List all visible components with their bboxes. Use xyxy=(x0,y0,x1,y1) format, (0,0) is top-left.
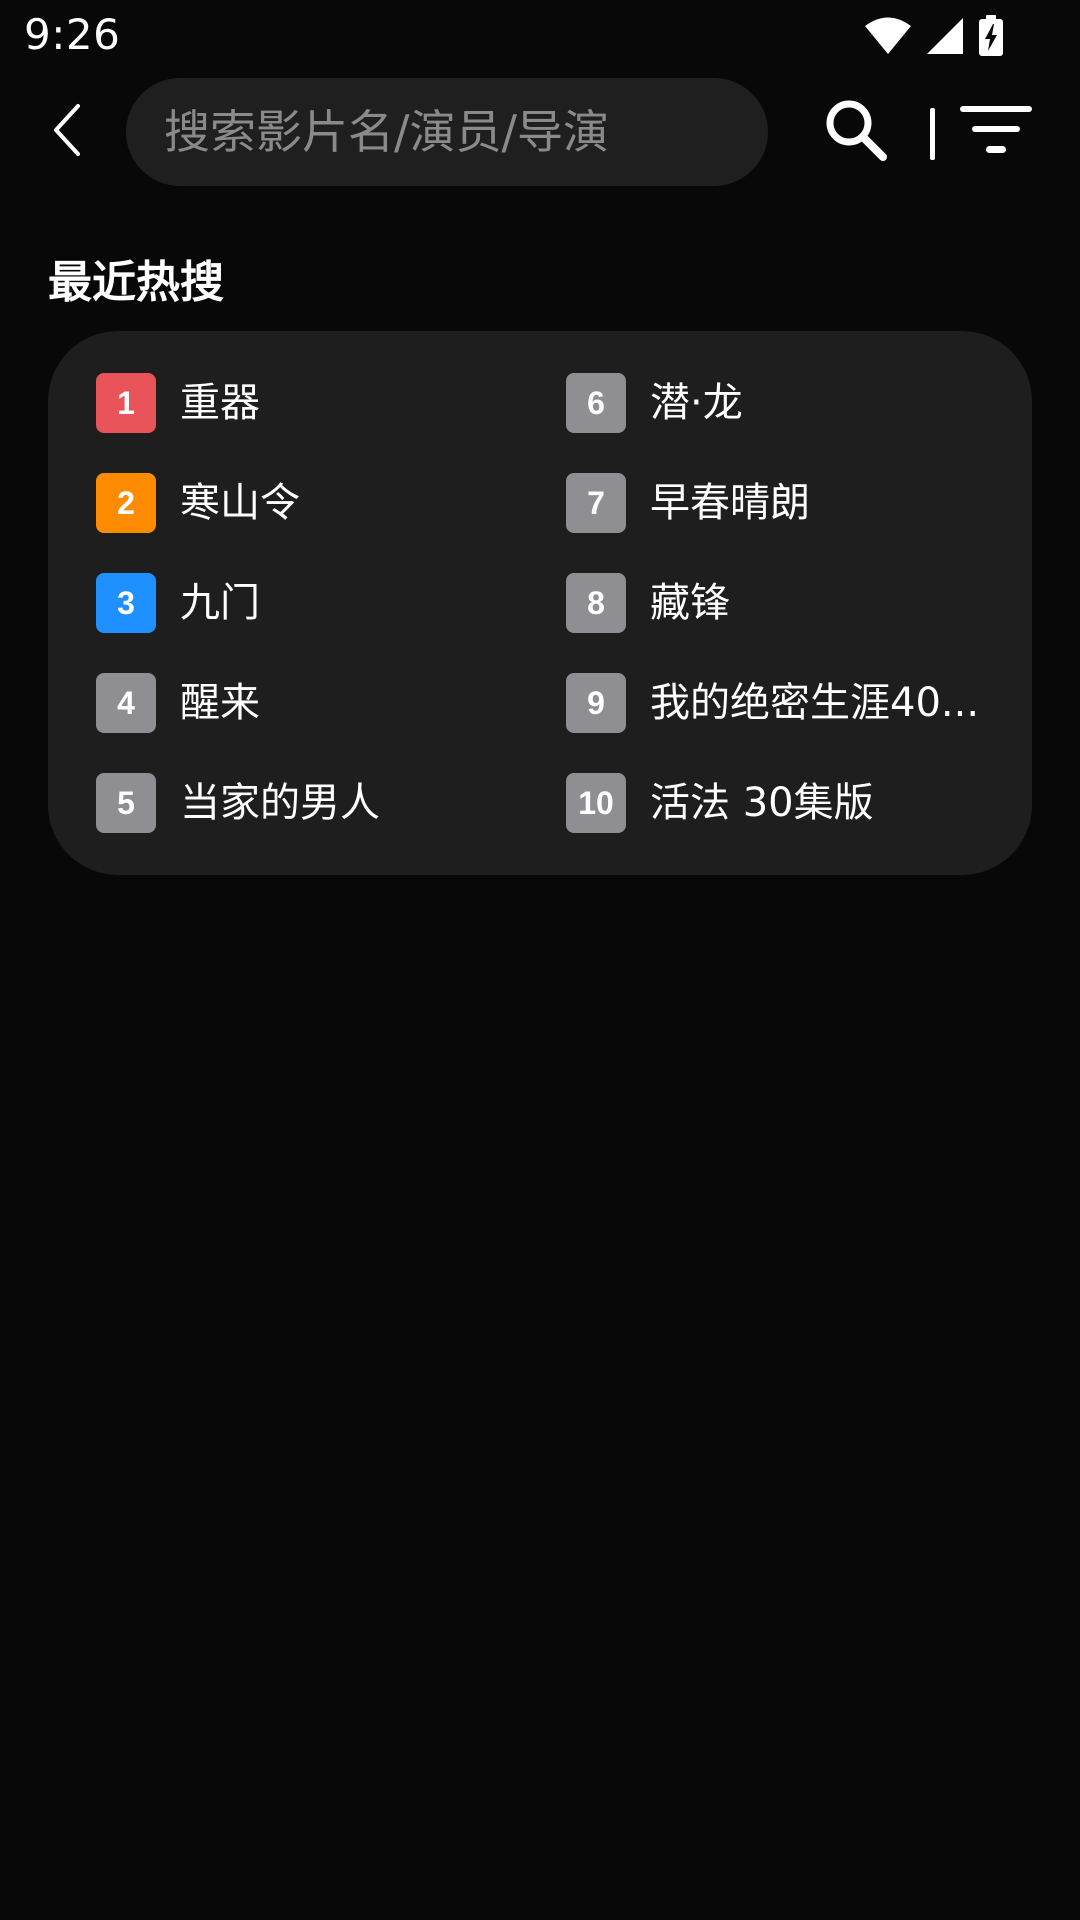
hot-search-item[interactable]: 4 醒来 xyxy=(96,673,566,773)
rank-badge: 7 xyxy=(566,473,626,533)
hot-search-title: 重器 xyxy=(180,380,260,426)
hot-search-item[interactable]: 6 潜·龙 xyxy=(566,373,996,473)
rank-badge: 3 xyxy=(96,573,156,633)
hot-search-title: 醒来 xyxy=(180,680,260,726)
back-button[interactable] xyxy=(36,100,100,164)
hot-search-item[interactable]: 3 九门 xyxy=(96,573,566,673)
hot-search-title: 九门 xyxy=(180,580,260,626)
hot-search-item[interactable]: 8 藏锋 xyxy=(566,573,996,673)
hot-search-grid: 1 重器 6 潜·龙 2 寒山令 7 早春晴朗 3 九门 8 藏锋 4 醒来 9 xyxy=(96,373,996,873)
battery-charging-icon xyxy=(978,15,1004,57)
cell-signal-icon xyxy=(926,17,964,55)
hot-search-item[interactable]: 5 当家的男人 xyxy=(96,773,566,873)
chevron-left-icon xyxy=(48,102,88,162)
rank-badge: 1 xyxy=(96,373,156,433)
hot-search-title: 潜·龙 xyxy=(650,380,743,426)
toolbar-divider xyxy=(930,108,935,160)
rank-badge: 8 xyxy=(566,573,626,633)
rank-badge: 10 xyxy=(566,773,626,833)
search-input[interactable] xyxy=(164,105,768,159)
hot-search-item[interactable]: 10 活法 30集版 xyxy=(566,773,996,873)
hot-search-item[interactable]: 1 重器 xyxy=(96,373,566,473)
section-title: 最近热搜 xyxy=(48,257,224,308)
status-bar: 9:26 xyxy=(0,0,1080,72)
rank-badge: 5 xyxy=(96,773,156,833)
hot-search-card: 1 重器 6 潜·龙 2 寒山令 7 早春晴朗 3 九门 8 藏锋 4 醒来 9 xyxy=(48,331,1032,875)
hot-search-item[interactable]: 2 寒山令 xyxy=(96,473,566,573)
search-button[interactable] xyxy=(820,96,892,168)
hot-search-item[interactable]: 7 早春晴朗 xyxy=(566,473,996,573)
filter-icon xyxy=(958,102,1034,162)
status-icons xyxy=(864,14,1004,58)
status-time: 9:26 xyxy=(24,10,121,59)
hot-search-title: 当家的男人 xyxy=(180,780,380,826)
filter-button[interactable] xyxy=(956,100,1036,164)
hot-search-title: 早春晴朗 xyxy=(650,480,810,526)
hot-search-item[interactable]: 9 我的绝密生涯40... xyxy=(566,673,996,773)
rank-badge: 9 xyxy=(566,673,626,733)
rank-badge: 4 xyxy=(96,673,156,733)
hot-search-title: 藏锋 xyxy=(650,580,730,626)
search-icon xyxy=(823,97,889,167)
search-box[interactable] xyxy=(126,78,768,186)
rank-badge: 2 xyxy=(96,473,156,533)
rank-badge: 6 xyxy=(566,373,626,433)
hot-search-title: 寒山令 xyxy=(180,480,300,526)
hot-search-title: 活法 30集版 xyxy=(650,780,874,826)
hot-search-title: 我的绝密生涯40... xyxy=(650,680,980,726)
wifi-icon xyxy=(864,17,912,55)
top-bar xyxy=(0,78,1080,186)
